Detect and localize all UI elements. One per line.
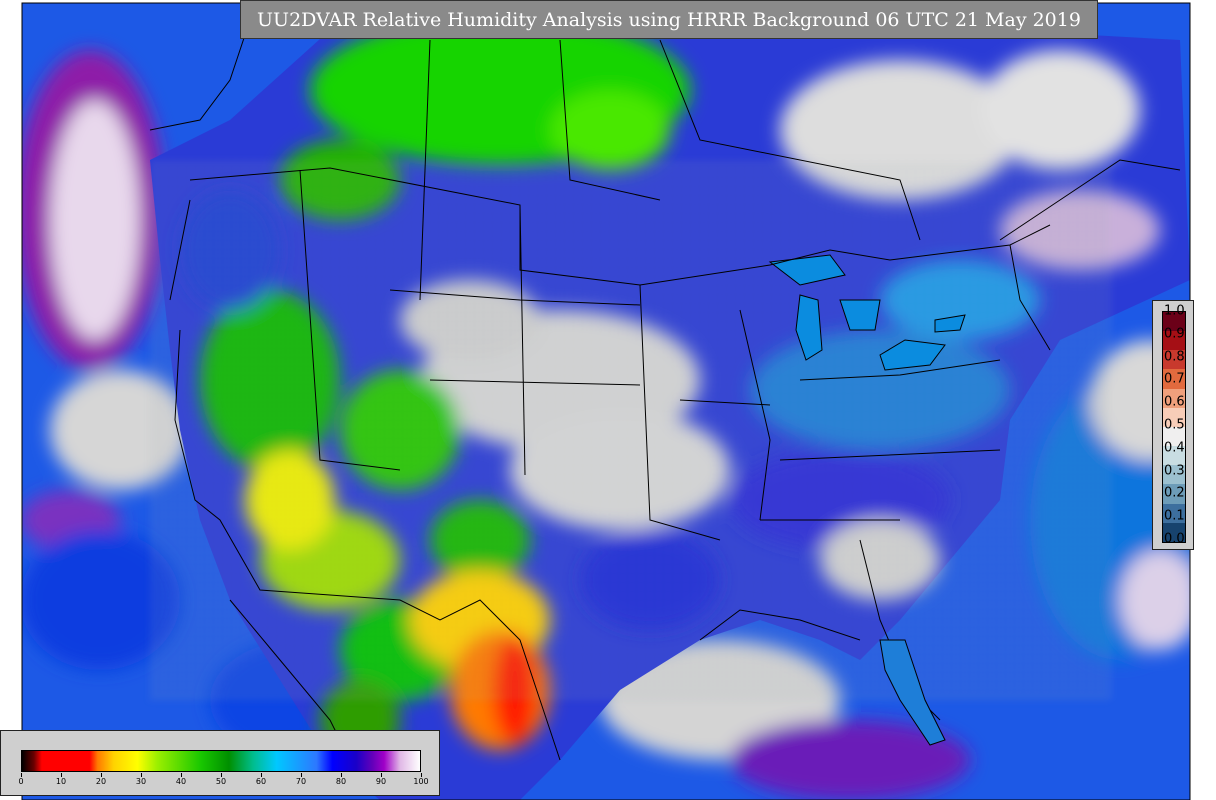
rh-colorbar-gradient — [21, 750, 421, 772]
rh-colorbar-label: 100 — [413, 777, 429, 786]
secondary-colorbar-label: 0.5 — [1164, 417, 1185, 433]
secondary-colorbar-label: 0.8 — [1164, 349, 1185, 365]
land-humidity-field — [150, 10, 1190, 800]
rh-colorbar-label: 20 — [95, 777, 107, 786]
rh-colorbar-label: 10 — [55, 777, 67, 786]
secondary-colorbar-label: 0.7 — [1164, 371, 1185, 387]
secondary-colorbar-label: 0.3 — [1164, 463, 1185, 479]
rh-colorbar-label: 70 — [295, 777, 307, 786]
secondary-colorbar-label: 1.0 — [1164, 303, 1185, 319]
secondary-colorbar-label: 0.0 — [1164, 531, 1185, 547]
secondary-colorbar-label: 0.9 — [1164, 326, 1185, 342]
secondary-colorbar-label: 0.1 — [1164, 508, 1185, 524]
secondary-colorbar-label: 0.6 — [1164, 394, 1185, 410]
rh-colorbar-label: 60 — [255, 777, 267, 786]
rh-colorbar-label: 50 — [215, 777, 227, 786]
rh-colorbar-label: 90 — [375, 777, 387, 786]
map-title: UU2DVAR Relative Humidity Analysis using… — [240, 0, 1098, 39]
rh-colorbar: 0 10 20 30 40 50 60 70 80 90 100 — [0, 730, 440, 796]
rh-colorbar-label: 30 — [135, 777, 147, 786]
secondary-colorbar-label: 0.4 — [1164, 440, 1185, 456]
rh-colorbar-label: 40 — [175, 777, 187, 786]
secondary-colorbar-label: 0.2 — [1164, 485, 1185, 501]
humidity-map — [21, 2, 1191, 800]
rh-colorbar-label: 0 — [18, 777, 24, 786]
rh-colorbar-label: 80 — [335, 777, 347, 786]
